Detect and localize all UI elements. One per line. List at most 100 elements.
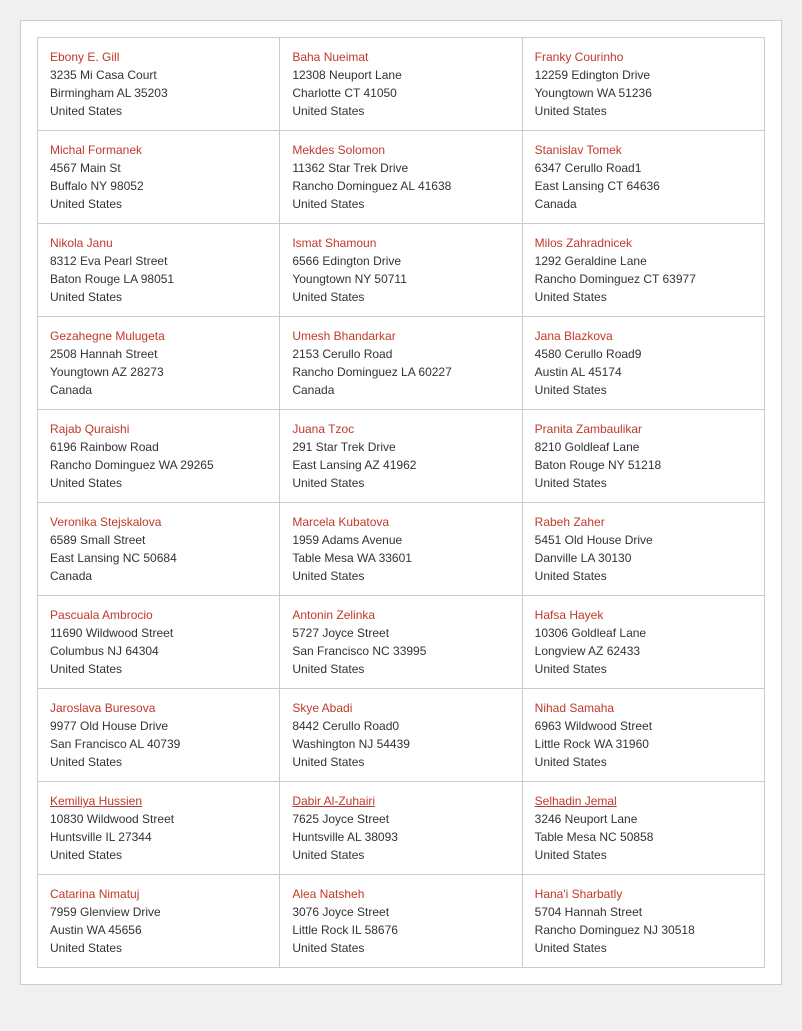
address-cell: Michal Formanek4567 Main StBuffalo NY 98… [38, 131, 280, 224]
address-line: Huntsville AL 38093 [292, 828, 509, 846]
address-line: Canada [535, 195, 752, 213]
address-line: United States [535, 288, 752, 306]
person-name: Nikola Janu [50, 234, 267, 252]
address-cell: Juana Tzoc291 Star Trek DriveEast Lansin… [280, 410, 522, 503]
address-line: 6963 Wildwood Street [535, 717, 752, 735]
person-name: Hana'i Sharbatly [535, 885, 752, 903]
address-line: 1292 Geraldine Lane [535, 252, 752, 270]
person-name: Nihad Samaha [535, 699, 752, 717]
address-cell: Pranita Zambaulikar8210 Goldleaf LaneBat… [523, 410, 765, 503]
address-line: 7625 Joyce Street [292, 810, 509, 828]
person-name: Dabir Al-Zuhairi [292, 792, 509, 810]
address-line: 5704 Hannah Street [535, 903, 752, 921]
person-name: Pascuala Ambrocio [50, 606, 267, 624]
person-name: Gezahegne Mulugeta [50, 327, 267, 345]
address-cell: Antonin Zelinka5727 Joyce StreetSan Fran… [280, 596, 522, 689]
address-line: United States [50, 474, 267, 492]
person-name: Hafsa Hayek [535, 606, 752, 624]
person-name: Rabeh Zaher [535, 513, 752, 531]
address-line: Canada [50, 381, 267, 399]
address-line: Longview AZ 62433 [535, 642, 752, 660]
address-line: 6196 Rainbow Road [50, 438, 267, 456]
address-line: 12308 Neuport Lane [292, 66, 509, 84]
address-line: Baton Rouge LA 98051 [50, 270, 267, 288]
address-cell: Marcela Kubatova1959 Adams AvenueTable M… [280, 503, 522, 596]
address-line: Table Mesa WA 33601 [292, 549, 509, 567]
address-line: Huntsville IL 27344 [50, 828, 267, 846]
address-cell: Rajab Quraishi6196 Rainbow RoadRancho Do… [38, 410, 280, 503]
address-line: 3235 Mi Casa Court [50, 66, 267, 84]
address-line: United States [535, 753, 752, 771]
address-line: United States [535, 939, 752, 957]
address-cell: Stanislav Tomek6347 Cerullo Road1East La… [523, 131, 765, 224]
address-line: United States [292, 567, 509, 585]
address-cell: Nihad Samaha6963 Wildwood StreetLittle R… [523, 689, 765, 782]
person-name: Michal Formanek [50, 141, 267, 159]
address-line: 8312 Eva Pearl Street [50, 252, 267, 270]
address-line: East Lansing CT 64636 [535, 177, 752, 195]
address-line: 5451 Old House Drive [535, 531, 752, 549]
address-page: Ebony E. Gill3235 Mi Casa CourtBirmingha… [20, 20, 782, 985]
address-line: San Francisco AL 40739 [50, 735, 267, 753]
address-line: Austin AL 45174 [535, 363, 752, 381]
address-line: United States [50, 753, 267, 771]
address-line: Rancho Dominguez NJ 30518 [535, 921, 752, 939]
person-name: Antonin Zelinka [292, 606, 509, 624]
address-line: 2508 Hannah Street [50, 345, 267, 363]
person-name: Jaroslava Buresova [50, 699, 267, 717]
person-name: Skye Abadi [292, 699, 509, 717]
address-line: 12259 Edington Drive [535, 66, 752, 84]
address-line: Canada [50, 567, 267, 585]
address-line: Buffalo NY 98052 [50, 177, 267, 195]
person-name: Ebony E. Gill [50, 48, 267, 66]
address-line: 9977 Old House Drive [50, 717, 267, 735]
address-line: Rancho Dominguez WA 29265 [50, 456, 267, 474]
address-line: United States [50, 846, 267, 864]
address-line: Columbus NJ 64304 [50, 642, 267, 660]
address-line: 4580 Cerullo Road9 [535, 345, 752, 363]
address-line: United States [50, 102, 267, 120]
address-line: 6566 Edington Drive [292, 252, 509, 270]
address-cell: Franky Courinho12259 Edington DriveYoung… [523, 38, 765, 131]
address-cell: Milos Zahradnicek1292 Geraldine LaneRanc… [523, 224, 765, 317]
address-cell: Jaroslava Buresova9977 Old House DriveSa… [38, 689, 280, 782]
address-cell: Ebony E. Gill3235 Mi Casa CourtBirmingha… [38, 38, 280, 131]
address-cell: Selhadin Jemal3246 Neuport LaneTable Mes… [523, 782, 765, 875]
address-line: 5727 Joyce Street [292, 624, 509, 642]
person-name: Ismat Shamoun [292, 234, 509, 252]
address-line: United States [292, 288, 509, 306]
address-line: United States [535, 567, 752, 585]
address-line: United States [50, 939, 267, 957]
address-line: Washington NJ 54439 [292, 735, 509, 753]
address-line: Austin WA 45656 [50, 921, 267, 939]
person-name: Jana Blazkova [535, 327, 752, 345]
person-name: Umesh Bhandarkar [292, 327, 509, 345]
address-cell: Skye Abadi8442 Cerullo Road0Washington N… [280, 689, 522, 782]
address-cell: Dabir Al-Zuhairi7625 Joyce StreetHuntsvi… [280, 782, 522, 875]
address-grid: Ebony E. Gill3235 Mi Casa CourtBirmingha… [37, 37, 765, 968]
address-line: Rancho Dominguez AL 41638 [292, 177, 509, 195]
address-line: 3246 Neuport Lane [535, 810, 752, 828]
address-line: United States [50, 288, 267, 306]
person-name: Franky Courinho [535, 48, 752, 66]
person-name: Catarina Nimatuj [50, 885, 267, 903]
address-line: Canada [292, 381, 509, 399]
address-line: United States [292, 474, 509, 492]
address-cell: Pascuala Ambrocio11690 Wildwood StreetCo… [38, 596, 280, 689]
address-cell: Rabeh Zaher5451 Old House DriveDanville … [523, 503, 765, 596]
address-line: United States [535, 660, 752, 678]
address-line: 7959 Glenview Drive [50, 903, 267, 921]
address-line: United States [292, 846, 509, 864]
address-line: 11362 Star Trek Drive [292, 159, 509, 177]
address-line: 8442 Cerullo Road0 [292, 717, 509, 735]
person-name: Mekdes Solomon [292, 141, 509, 159]
address-line: 6589 Small Street [50, 531, 267, 549]
address-line: Rancho Dominguez LA 60227 [292, 363, 509, 381]
address-cell: Gezahegne Mulugeta2508 Hannah StreetYoun… [38, 317, 280, 410]
person-name: Milos Zahradnicek [535, 234, 752, 252]
address-line: Charlotte CT 41050 [292, 84, 509, 102]
address-line: United States [50, 660, 267, 678]
person-name: Juana Tzoc [292, 420, 509, 438]
address-line: 10306 Goldleaf Lane [535, 624, 752, 642]
address-line: United States [535, 102, 752, 120]
